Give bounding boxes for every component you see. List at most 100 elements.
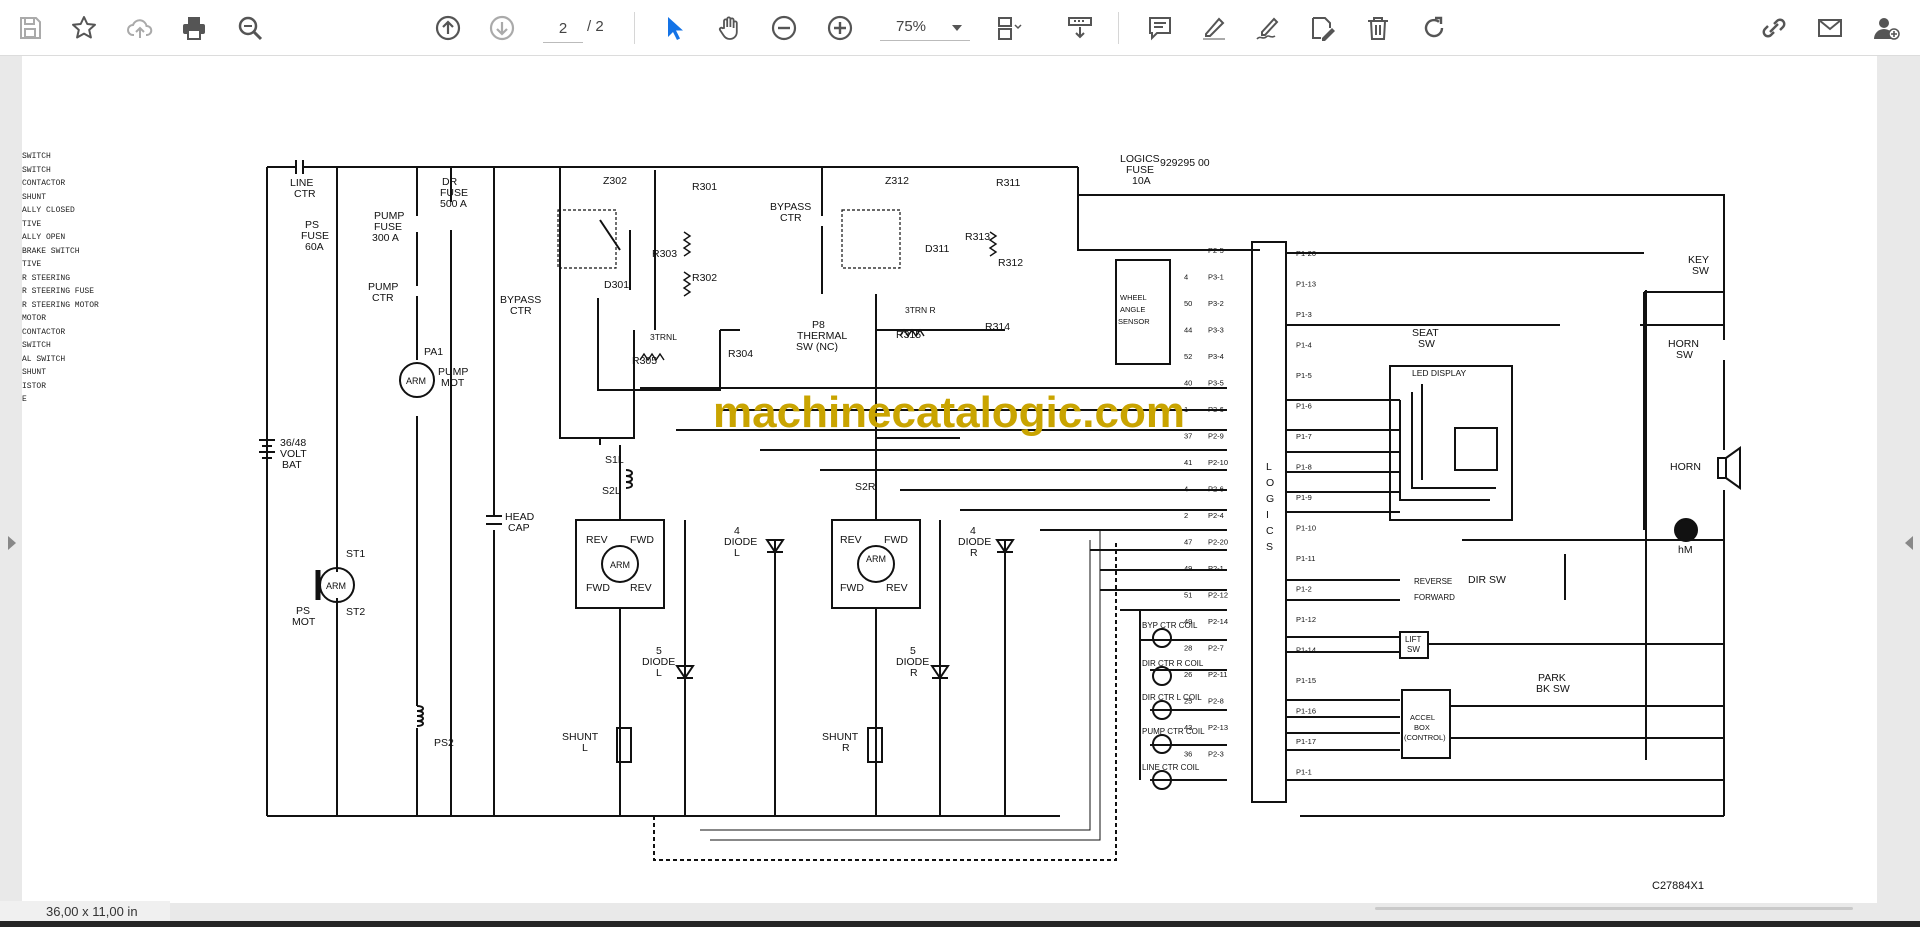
svg-text:MOT: MOT	[441, 377, 465, 389]
zoom-select[interactable]: 75%	[880, 14, 970, 41]
svg-text:CAP: CAP	[508, 522, 530, 534]
page-up-icon[interactable]	[430, 10, 466, 46]
svg-text:FWD: FWD	[630, 534, 654, 546]
page-down-icon[interactable]	[484, 10, 520, 46]
p2-wire-number: 40	[1184, 379, 1192, 388]
zoom-out-icon[interactable]	[766, 10, 802, 46]
legend-item: CONTACTOR	[22, 327, 66, 337]
p2-pin-label: P2-3	[1208, 750, 1224, 759]
p2-wire-number: 2	[1184, 511, 1188, 520]
comment-icon[interactable]	[1142, 10, 1178, 46]
p2-wire-number: 4	[1184, 273, 1188, 282]
p2-pin-label: P2-13	[1208, 723, 1228, 732]
scroll-mode-icon[interactable]	[1062, 10, 1098, 46]
svg-text:MOT: MOT	[292, 616, 316, 628]
p1-pin-label: P1-17	[1296, 737, 1316, 746]
svg-text:O: O	[1266, 477, 1274, 489]
svg-text:CTR: CTR	[780, 212, 802, 224]
bookmark-star-icon[interactable]	[66, 10, 102, 46]
p1-pin-label: P1-15	[1296, 676, 1316, 685]
svg-text:SW: SW	[1418, 338, 1435, 350]
svg-text:ST1: ST1	[346, 548, 365, 560]
legend-item: R STEERING MOTOR	[22, 300, 99, 310]
page-number-input[interactable]	[543, 14, 583, 43]
svg-text:10A: 10A	[1132, 175, 1151, 187]
p2-pin-label: P2-12	[1208, 591, 1228, 600]
legend-item: TIVE	[22, 219, 42, 229]
svg-text:REV: REV	[586, 534, 608, 546]
svg-text:D311: D311	[925, 243, 949, 255]
share-link-icon[interactable]	[1756, 10, 1792, 46]
svg-text:SW: SW	[1407, 645, 1420, 654]
horizontal-scrollbar[interactable]	[1375, 907, 1853, 910]
svg-text:R301: R301	[692, 181, 717, 193]
save-icon[interactable]	[12, 10, 48, 46]
p2-pin-label: P3-5	[1208, 379, 1224, 388]
p1-pin-label: P1-16	[1296, 707, 1316, 716]
svg-text:L: L	[1266, 461, 1272, 473]
page-total: / 2	[587, 18, 604, 35]
rotate-icon[interactable]	[1416, 10, 1452, 46]
svg-text:3TRNL: 3TRNL	[650, 332, 677, 342]
legend-item: ISTOR	[22, 381, 47, 391]
svg-text:R312: R312	[998, 257, 1023, 269]
highlight-pen-icon[interactable]	[1196, 10, 1232, 46]
svg-text:DIR CTR R COIL: DIR CTR R COIL	[1142, 659, 1204, 668]
svg-text:PUMP CTR COIL: PUMP CTR COIL	[1142, 727, 1205, 736]
p1-pin-label: P1-20	[1296, 249, 1316, 258]
edit-text-icon[interactable]	[1304, 10, 1340, 46]
page-fit-icon[interactable]	[990, 10, 1026, 46]
delete-icon[interactable]	[1360, 10, 1396, 46]
svg-text:ARM: ARM	[610, 560, 630, 570]
svg-text:R311: R311	[996, 177, 1020, 189]
p2-pin-label: P2-1	[1208, 564, 1224, 573]
watermark: machinecatalogic.com	[713, 388, 1185, 437]
p1-pin-label: P1-9	[1296, 493, 1312, 502]
svg-text:FWD: FWD	[840, 582, 864, 594]
cloud-upload-icon[interactable]	[122, 10, 158, 46]
svg-text:FWD: FWD	[884, 534, 908, 546]
zoom-in-icon[interactable]	[822, 10, 858, 46]
svg-text:FORWARD: FORWARD	[1414, 593, 1455, 602]
p2-wire-number: 43	[1184, 723, 1192, 732]
p1-pin-label: P1-1	[1296, 768, 1312, 777]
p2-pin-label: P3-3	[1208, 326, 1224, 335]
p2-wire-number: 28	[1184, 644, 1192, 653]
zoom-search-icon[interactable]	[232, 10, 268, 46]
svg-text:PS2: PS2	[434, 737, 454, 749]
email-icon[interactable]	[1812, 10, 1848, 46]
hand-pan-icon[interactable]	[712, 10, 748, 46]
svg-text:R303: R303	[652, 248, 677, 260]
svg-text:S1L: S1L	[605, 454, 624, 466]
p2-wire-number: 41	[1184, 458, 1192, 467]
doc-code: 929295 00	[1160, 157, 1210, 169]
p1-pin-label: P1-11	[1296, 554, 1315, 563]
p2-pin-label: P3-4	[1208, 352, 1224, 361]
svg-text:SW (NC): SW (NC)	[796, 341, 838, 353]
p2-pin-label: P2-7	[1208, 644, 1224, 653]
p1-pin-label: P1-6	[1296, 402, 1312, 411]
legend-item: SWITCH	[22, 165, 51, 175]
p1-pin-label: P1-2	[1296, 585, 1312, 594]
legend-item: TIVE	[22, 260, 42, 269]
p1-pin-label: P1-14	[1296, 646, 1316, 655]
legend-item: R STEERING FUSE	[22, 287, 95, 296]
svg-text:S2L: S2L	[602, 485, 621, 497]
svg-text:G: G	[1266, 493, 1274, 505]
divider	[634, 12, 635, 44]
p1-pin-label: P1-3	[1296, 310, 1312, 319]
svg-text:Z312: Z312	[885, 175, 909, 187]
svg-text:hM: hM	[1678, 544, 1693, 556]
svg-text:(CONTROL): (CONTROL)	[1404, 733, 1446, 742]
print-icon[interactable]	[176, 10, 212, 46]
draw-sign-icon[interactable]	[1250, 10, 1286, 46]
p1-pin-label: P1-8	[1296, 463, 1312, 472]
add-user-icon[interactable]	[1868, 10, 1904, 46]
p2-wire-number: 25	[1184, 697, 1192, 706]
p2-wire-number: 50	[1184, 299, 1192, 308]
svg-text:LED DISPLAY: LED DISPLAY	[1412, 368, 1467, 378]
svg-text:S2R: S2R	[855, 481, 876, 493]
svg-text:ST2: ST2	[346, 606, 365, 618]
p1-pin-label: P1-5	[1296, 371, 1312, 380]
select-cursor-icon[interactable]	[656, 10, 692, 46]
